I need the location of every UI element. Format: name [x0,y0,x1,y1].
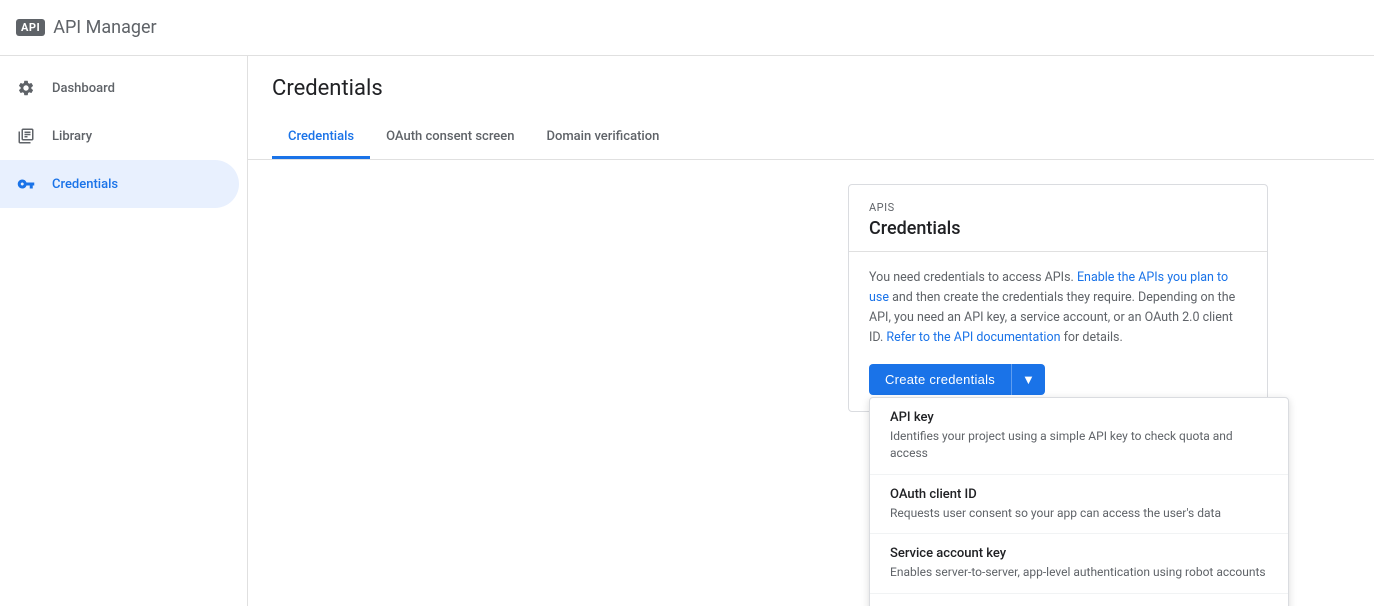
info-panel-header: APIs Credentials [849,185,1267,252]
info-panel-body: You need credentials to access APIs. Ena… [849,252,1267,411]
page-title: Credentials [272,76,1350,101]
service-account-key-desc: Enables server-to-server, app-level auth… [890,564,1268,581]
sidebar-item-dashboard[interactable]: Dashboard [0,64,239,112]
content-area: APIs Credentials You need credentials to… [248,160,1374,208]
library-icon [16,126,36,146]
sidebar-label-credentials: Credentials [52,177,118,192]
create-credentials-group: Create credentials ▼ API key Identifies … [869,364,1247,395]
api-key-title: API key [890,410,1268,425]
tab-credentials[interactable]: Credentials [272,117,370,159]
dropdown-item-api-key[interactable]: API key Identifies your project using a … [870,398,1288,475]
sidebar-item-library[interactable]: Library [0,112,239,160]
dropdown-item-oauth-client-id[interactable]: OAuth client ID Requests user consent so… [870,475,1288,535]
tabs-bar: Credentials OAuth consent screen Domain … [272,117,1350,159]
create-credentials-button[interactable]: Create credentials [869,364,1011,395]
key-icon [16,174,36,194]
top-bar: API API Manager [0,0,1374,56]
oauth-client-id-desc: Requests user consent so your app can ac… [890,505,1268,522]
create-credentials-dropdown-toggle[interactable]: ▼ [1011,364,1045,395]
apis-label: APIs [869,201,1247,214]
sidebar: Dashboard Library Credentials [0,56,248,606]
sidebar-label-library: Library [52,129,92,144]
api-key-desc: Identifies your project using a simple A… [890,428,1268,462]
gear-icon [16,78,36,98]
main-content: Credentials Credentials OAuth consent sc… [248,56,1374,606]
sidebar-item-credentials[interactable]: Credentials [0,160,239,208]
service-account-key-title: Service account key [890,546,1268,561]
dropdown-item-help-me-choose[interactable]: Help me choose Asks a few questions to h… [870,594,1288,606]
app-logo: API API Manager [16,17,157,38]
credentials-dropdown-menu: API key Identifies your project using a … [869,397,1289,606]
main-layout: Dashboard Library Credentials Credential… [0,56,1374,606]
info-description: You need credentials to access APIs. Ena… [869,268,1247,348]
app-title: API Manager [53,17,156,38]
enable-apis-link[interactable]: Enable the APIs you plan to use [869,270,1228,305]
dropdown-arrow-icon: ▼ [1022,372,1035,387]
tab-domain[interactable]: Domain verification [530,117,675,159]
api-badge: API [16,19,45,36]
sidebar-label-dashboard: Dashboard [52,81,115,96]
dropdown-item-service-account-key[interactable]: Service account key Enables server-to-se… [870,534,1288,594]
oauth-client-id-title: OAuth client ID [890,487,1268,502]
info-panel-title: Credentials [869,218,1247,239]
api-docs-link[interactable]: Refer to the API documentation [886,330,1060,345]
tab-oauth[interactable]: OAuth consent screen [370,117,530,159]
page-header: Credentials Credentials OAuth consent sc… [248,56,1374,160]
info-panel: APIs Credentials You need credentials to… [848,184,1268,412]
